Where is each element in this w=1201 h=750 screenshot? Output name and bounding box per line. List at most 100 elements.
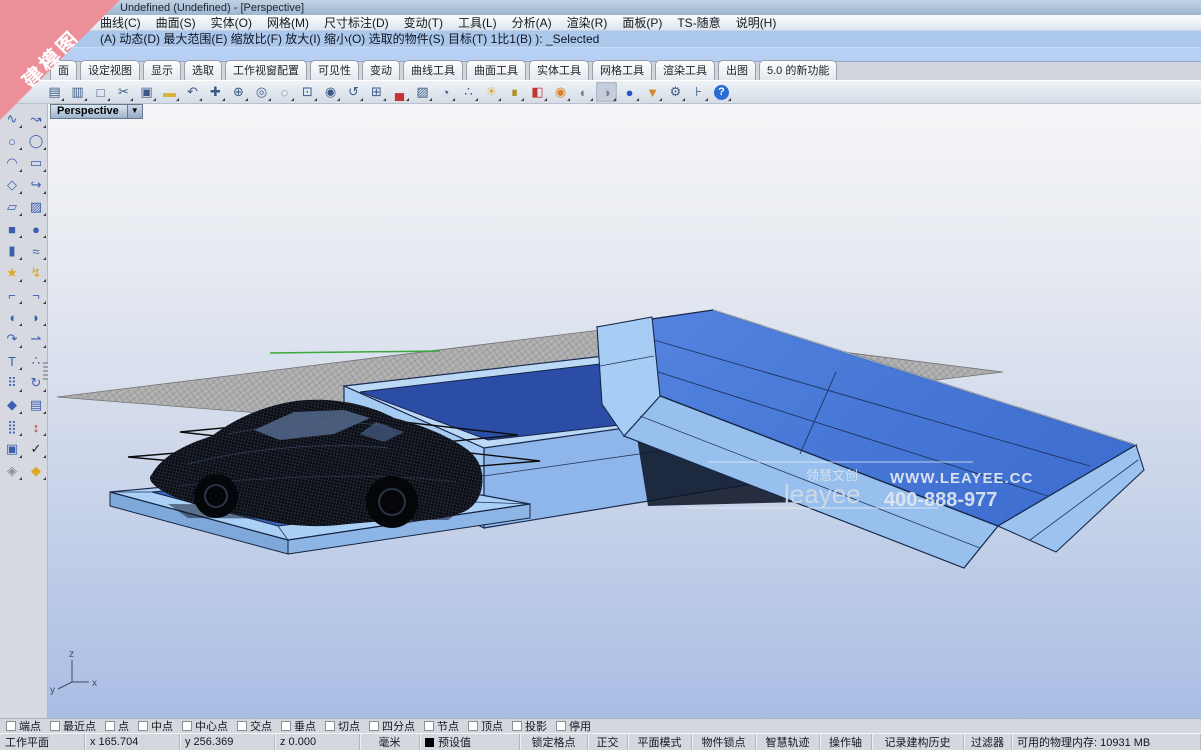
menu-surface[interactable]: 曲面(S): [156, 14, 196, 31]
ellipse-icon[interactable]: ◯: [25, 130, 47, 152]
fillet-edge-icon[interactable]: ⌐: [1, 284, 23, 306]
match-curve-icon[interactable]: ⇀: [25, 328, 47, 350]
menu-dimension[interactable]: 尺寸标注(D): [324, 14, 389, 31]
cylinder-icon[interactable]: ▮: [1, 240, 23, 262]
zoom-icon[interactable]: ◎: [251, 82, 272, 102]
current-layer-button[interactable]: 预设值: [420, 734, 520, 750]
menu-render[interactable]: 渲染(R): [567, 14, 608, 31]
zoom-dynamic-icon[interactable]: ◌: [274, 82, 295, 102]
cut-icon[interactable]: ✂: [113, 82, 134, 102]
patch-icon[interactable]: ▨: [25, 196, 47, 218]
car-icon[interactable]: ▄: [389, 82, 410, 102]
osnap-toggle[interactable]: 物件锁点: [692, 734, 756, 750]
tab-surface-tools[interactable]: 曲面工具: [466, 60, 526, 80]
osnap-intersection-checkbox[interactable]: [237, 721, 247, 731]
menu-curve[interactable]: 曲线(C): [100, 14, 141, 31]
menu-help[interactable]: 说明(H): [736, 14, 777, 31]
osnap-quadrant[interactable]: 四分点: [369, 718, 415, 734]
tab-display[interactable]: 显示: [143, 60, 181, 80]
osnap-center[interactable]: 中心点: [182, 718, 228, 734]
arc-center-icon[interactable]: ◔: [435, 82, 456, 102]
sphere-icon[interactable]: ●: [25, 218, 47, 240]
options-icon[interactable]: ⚙: [665, 82, 686, 102]
extrude-icon[interactable]: ▤: [25, 394, 47, 416]
osnap-near-checkbox[interactable]: [50, 721, 60, 731]
menu-transform[interactable]: 变动(T): [404, 14, 443, 31]
osnap-point-checkbox[interactable]: [105, 721, 115, 731]
zoom-window-icon[interactable]: ⊡: [297, 82, 318, 102]
tab-select[interactable]: 选取: [184, 60, 222, 80]
units-button[interactable]: 毫米: [360, 734, 420, 750]
circle-icon[interactable]: ○: [1, 130, 23, 152]
link-icon[interactable]: ⊦: [688, 82, 709, 102]
boolean-difference-icon[interactable]: ◖: [1, 306, 23, 328]
osnap-vertex[interactable]: 顶点: [468, 718, 503, 734]
blend-curve-icon[interactable]: ↪: [25, 174, 47, 196]
osnap-intersection[interactable]: 交点: [237, 718, 272, 734]
rectangle-icon[interactable]: ▭: [25, 152, 47, 174]
rendered-view-icon[interactable]: ●: [619, 82, 640, 102]
gumball-toggle[interactable]: 操作轴: [820, 734, 872, 750]
tab-viewport-layout[interactable]: 工作视窗配置: [225, 60, 307, 80]
grid-snap-toggle[interactable]: 锁定格点: [520, 734, 588, 750]
record-history-toggle[interactable]: 记录建构历史: [872, 734, 964, 750]
loft-icon[interactable]: ≈: [25, 240, 47, 262]
menu-tsplines[interactable]: TS-随意: [677, 14, 720, 31]
pan-icon[interactable]: ✚: [205, 82, 226, 102]
interpolate-curve-icon[interactable]: ↝: [25, 108, 47, 130]
menu-panels[interactable]: 面板(P): [622, 14, 662, 31]
osnap-point[interactable]: 点: [105, 718, 129, 734]
filter-toggle[interactable]: 过滤器: [964, 734, 1012, 750]
paste-icon[interactable]: ▬: [159, 82, 180, 102]
menu-solid[interactable]: 实体(O): [211, 14, 252, 31]
layers-icon[interactable]: ◧: [527, 82, 548, 102]
osnap-mid[interactable]: 中点: [138, 718, 173, 734]
chamfer-icon[interactable]: ¬: [25, 284, 47, 306]
polygon-icon[interactable]: ◇: [1, 174, 23, 196]
blend-surface-icon[interactable]: ↷: [1, 328, 23, 350]
osnap-knot[interactable]: 节点: [424, 718, 459, 734]
new-file-icon[interactable]: □: [90, 82, 111, 102]
osnap-near[interactable]: 最近点: [50, 718, 96, 734]
surface-points-icon[interactable]: ▱: [1, 196, 23, 218]
lightbulb-icon[interactable]: ☀: [481, 82, 502, 102]
box-lid[interactable]: [597, 310, 1144, 568]
distribute-icon[interactable]: ↕: [25, 416, 47, 438]
menu-mesh[interactable]: 网格(M): [267, 14, 309, 31]
tab-drafting[interactable]: 出图: [718, 60, 756, 80]
scene-3d[interactable]: 领慧文创 WWW.LEAYEE.CC leayee 400-888-977 z …: [48, 104, 1201, 718]
copy-stack-icon[interactable]: ▣: [1, 438, 23, 460]
box-icon[interactable]: ■: [1, 218, 23, 240]
viewport-title[interactable]: Perspective: [50, 104, 128, 119]
osnap-knot-checkbox[interactable]: [424, 721, 434, 731]
tab-curve-tools[interactable]: 曲线工具: [403, 60, 463, 80]
help-icon[interactable]: ?: [711, 82, 732, 102]
smarttrack-toggle[interactable]: 智慧轨迹: [756, 734, 820, 750]
four-viewports-icon[interactable]: ⊞: [366, 82, 387, 102]
osnap-disable[interactable]: 停用: [556, 718, 591, 734]
lock-icon[interactable]: ∎: [504, 82, 525, 102]
boolean-union-icon[interactable]: ★: [1, 262, 23, 284]
menu-analyze[interactable]: 分析(A): [512, 14, 552, 31]
array-grid-icon[interactable]: ⣿: [1, 416, 23, 438]
osnap-disable-checkbox[interactable]: [556, 721, 566, 731]
color-wheel-icon[interactable]: ◉: [550, 82, 571, 102]
tab-mesh-tools[interactable]: 网格工具: [592, 60, 652, 80]
osnap-end[interactable]: 端点: [6, 718, 41, 734]
tab-visibility[interactable]: 可见性: [310, 60, 359, 80]
osnap-perpendicular-checkbox[interactable]: [281, 721, 291, 731]
tab-new-in-v5[interactable]: 5.0 的新功能: [759, 60, 837, 80]
arc-icon[interactable]: ◠: [1, 152, 23, 174]
ghosted-view-icon[interactable]: ◑: [596, 82, 617, 102]
osnap-project[interactable]: 投影: [512, 718, 547, 734]
osnap-center-checkbox[interactable]: [182, 721, 192, 731]
print-icon[interactable]: ▥: [67, 82, 88, 102]
command-input[interactable]: [0, 47, 1201, 61]
map-icon[interactable]: ▨: [412, 82, 433, 102]
array-icon[interactable]: ⠿: [1, 372, 23, 394]
menu-tools[interactable]: 工具(L): [458, 14, 497, 31]
tab-transform[interactable]: 变动: [362, 60, 400, 80]
drag-icon[interactable]: ◈: [1, 460, 23, 482]
osnap-tangent[interactable]: 切点: [325, 718, 360, 734]
osnap-tangent-checkbox[interactable]: [325, 721, 335, 731]
